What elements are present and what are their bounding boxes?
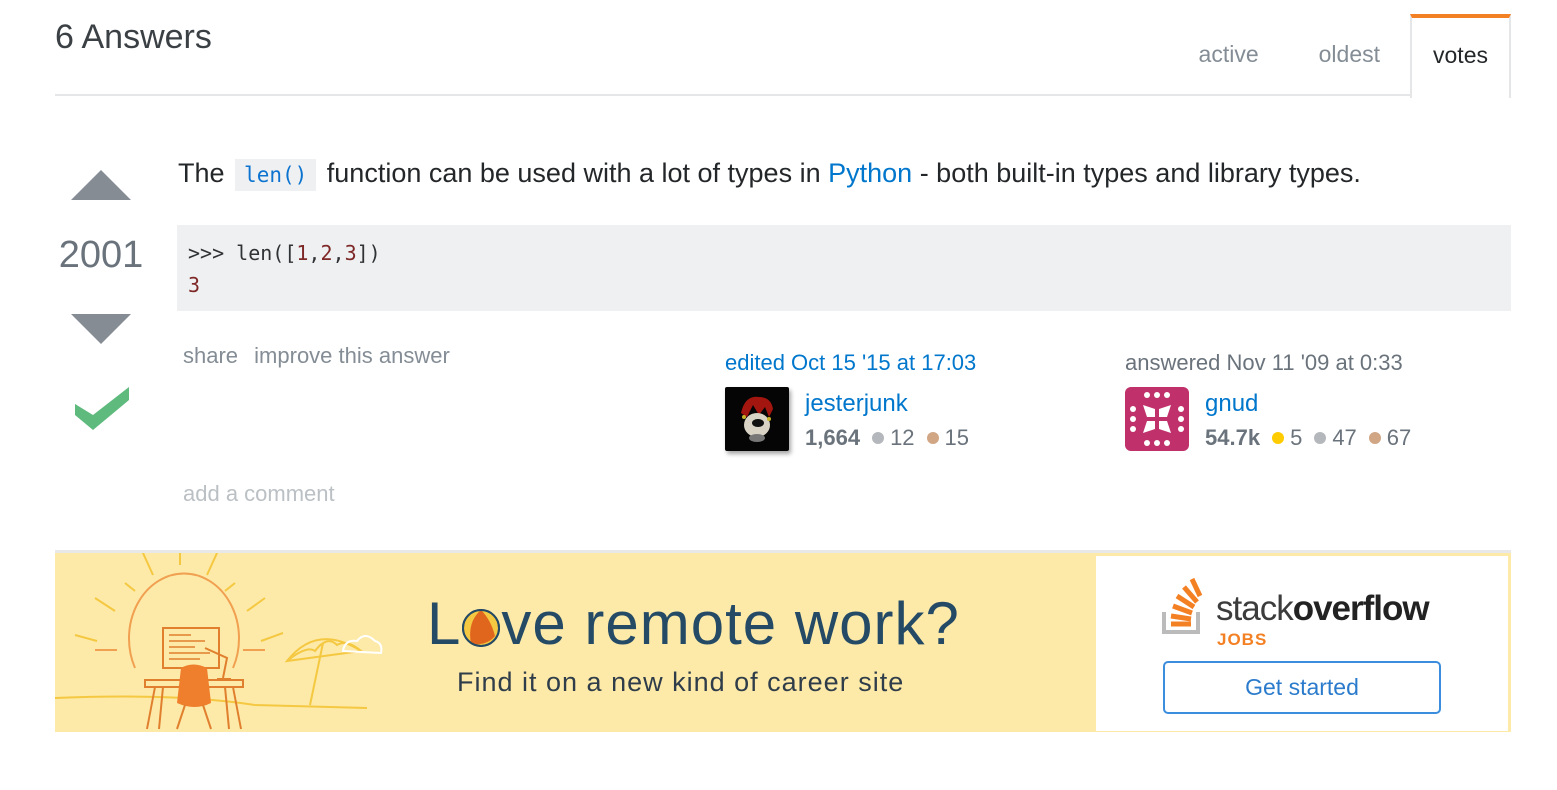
editor-signature: edited Oct 15 '15 at 17:03 jesterjunk 1,… <box>725 350 1065 451</box>
add-comment-link[interactable]: add a comment <box>183 481 335 507</box>
accepted-checkmark-icon <box>75 387 129 430</box>
text-segment: The <box>178 158 225 188</box>
code-block: >>> len([1,2,3]) 3 <box>177 225 1511 311</box>
code-comma: , <box>308 241 321 265</box>
code-prompt: >>> len([ <box>188 241 297 265</box>
author-reputation: 54.7k 5 47 67 <box>1205 425 1423 451</box>
brand-stack: stack <box>1216 589 1294 628</box>
code-output: 3 <box>188 273 201 297</box>
brand-overflow: overflow <box>1292 589 1430 628</box>
share-link[interactable]: share <box>183 343 238 368</box>
brand-jobs: JOBS <box>1217 630 1268 649</box>
reputation-score: 54.7k <box>1205 425 1261 450</box>
inline-code: len() <box>235 159 317 191</box>
author-signature: answered Nov 11 '09 at 0:33 gnud 54.7k 5… <box>1125 350 1465 451</box>
code-number: 1 <box>296 241 309 265</box>
tab-oldest[interactable]: oldest <box>1289 14 1410 96</box>
gold-badge-icon <box>1272 432 1285 444</box>
bronze-badge-icon <box>926 432 939 444</box>
bronze-badge-count: 15 <box>944 425 970 450</box>
editor-name-link[interactable]: jesterjunk <box>805 390 908 418</box>
editor-reputation: 1,664 12 15 <box>805 425 981 451</box>
jobs-ad-banner[interactable]: Lve remote work? Find it on a new kind o… <box>55 550 1511 732</box>
gold-badges: 5 <box>1272 425 1302 451</box>
code-number: 2 <box>320 241 333 265</box>
tab-active[interactable]: active <box>1169 14 1289 96</box>
downvote-arrow-icon[interactable] <box>71 314 131 344</box>
silver-badges: 47 <box>1314 425 1357 451</box>
answers-count-title: 6 Answers <box>55 18 212 56</box>
stackoverflow-jobs-logo: stackoverflow JOBS <box>1162 576 1452 649</box>
code-comma: , <box>332 241 345 265</box>
reputation-score: 1,664 <box>805 425 861 450</box>
remote-work-illustration <box>55 553 383 730</box>
gold-badge-count: 5 <box>1290 425 1303 450</box>
bronze-badge-count: 67 <box>1386 425 1412 450</box>
edited-timestamp-link[interactable]: edited Oct 15 '15 at 17:03 <box>725 350 1065 376</box>
ad-subtitle: Find it on a new kind of career site <box>457 667 905 697</box>
code-close: ]) <box>356 241 381 265</box>
silver-badge-count: 12 <box>890 425 915 450</box>
stackoverflow-logo-icon <box>1162 577 1203 634</box>
bronze-badges: 15 <box>926 425 970 451</box>
silver-badge-icon <box>872 432 885 444</box>
bronze-badge-icon <box>1368 432 1381 444</box>
post-menu: share improve this answer <box>183 343 460 369</box>
ad-headline: Lve remote work? <box>427 589 960 658</box>
sort-tabs: active oldest votes <box>1169 14 1511 98</box>
author-avatar[interactable] <box>1125 387 1189 451</box>
editor-avatar[interactable] <box>725 387 789 451</box>
code-number: 3 <box>344 241 357 265</box>
author-name-link[interactable]: gnud <box>1205 390 1258 418</box>
bronze-badges: 67 <box>1368 425 1412 451</box>
silver-badge-icon <box>1314 432 1327 444</box>
ad-brand-panel: stackoverflow JOBS Get started <box>1096 556 1508 731</box>
improve-answer-link[interactable]: improve this answer <box>254 343 450 368</box>
answers-header: 6 Answers active oldest votes <box>55 0 1511 98</box>
get-started-button[interactable]: Get started <box>1163 661 1441 714</box>
headline-rest: ve remote work? <box>501 590 960 657</box>
silver-badges: 12 <box>872 425 915 451</box>
tab-votes[interactable]: votes <box>1410 14 1511 98</box>
text-segment: - both built-in types and library types. <box>919 158 1361 188</box>
answer-text: The len() function can be used with a lo… <box>178 158 1361 191</box>
python-link[interactable]: Python <box>828 158 912 188</box>
brand-wordmark: stackoverflow <box>1216 589 1430 629</box>
headline-letter-l: L <box>427 590 462 657</box>
beach-ball-icon <box>462 609 501 647</box>
vote-count: 2001 <box>58 234 144 276</box>
text-segment: function can be used with a lot of types… <box>326 158 821 188</box>
upvote-arrow-icon[interactable] <box>71 170 131 200</box>
answered-timestamp: answered Nov 11 '09 at 0:33 <box>1125 350 1403 375</box>
silver-badge-count: 47 <box>1332 425 1357 450</box>
